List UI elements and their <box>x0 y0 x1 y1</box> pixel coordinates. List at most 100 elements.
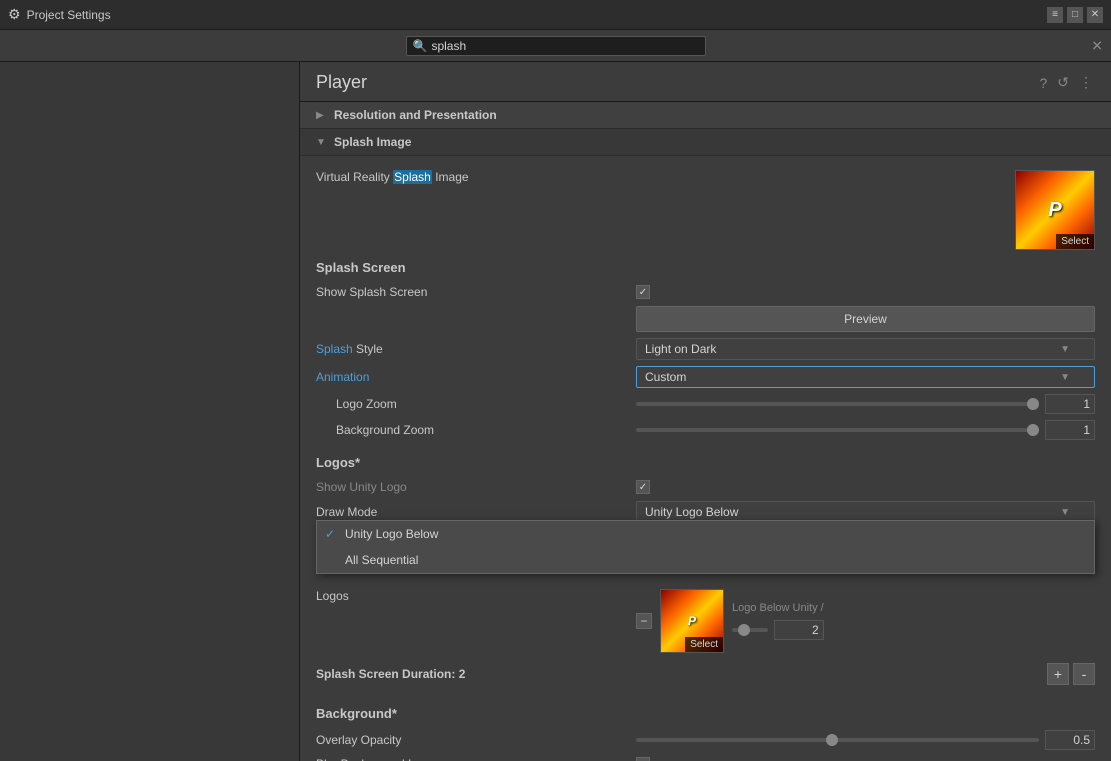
overlay-opacity-row: Overlay Opacity <box>316 727 1095 753</box>
splash-style-selected: Light on Dark <box>645 342 716 356</box>
show-unity-logo-value <box>636 480 1095 494</box>
logo-below-text: Logo Below Unity / <box>732 602 824 614</box>
background-zoom-thumb[interactable] <box>1027 424 1039 436</box>
show-unity-logo-row: Show Unity Logo <box>316 476 1095 498</box>
draw-mode-value: Unity Logo Below ▼ Unity Logo Below All … <box>636 501 1095 523</box>
logo-image-select[interactable]: P Select <box>660 589 724 653</box>
draw-mode-arrow-icon: ▼ <box>1060 507 1070 518</box>
dropdown-item-unity-logo-below-label: Unity Logo Below <box>345 527 438 541</box>
blur-bg-row: Blur Background Image <box>316 753 1095 761</box>
splash-style-row: Splash Style Light on Dark ▼ <box>316 335 1095 363</box>
blur-bg-checkbox[interactable] <box>636 757 650 761</box>
search-input-wrapper: 🔍 <box>406 36 706 56</box>
main-layout: Player ? ↺ ⋮ ▶ Resolution and Presentati… <box>0 62 1111 761</box>
preview-button-container: Preview <box>636 306 1095 332</box>
background-zoom-row: Background Zoom <box>316 417 1095 443</box>
logos-inner-row: − P Select Logo Below Unity / <box>636 589 824 653</box>
show-unity-logo-label: Show Unity Logo <box>316 480 636 494</box>
close-button[interactable]: ✕ <box>1087 7 1103 23</box>
show-unity-logo-checkbox[interactable] <box>636 480 650 494</box>
show-splash-row: Show Splash Screen <box>316 281 1095 303</box>
refresh-button[interactable]: ↺ <box>1055 72 1071 93</box>
vr-label-text2: Image <box>432 170 469 184</box>
expanded-arrow-icon: ▼ <box>316 137 328 148</box>
splash-duration-label: Splash Screen Duration: 2 <box>316 667 636 681</box>
logo-duration-slider-row <box>732 620 824 640</box>
window-controls: ≡ □ ✕ <box>1047 7 1103 23</box>
background-title: Background* <box>316 702 1095 727</box>
logo-remove-button[interactable]: − <box>636 613 652 629</box>
settings-icon: ⚙ <box>8 6 21 23</box>
overlay-opacity-thumb[interactable] <box>826 734 838 746</box>
logo-duration-thumb[interactable] <box>738 624 750 636</box>
main-content: Player ? ↺ ⋮ ▶ Resolution and Presentati… <box>300 62 1111 761</box>
logos-title: Logos* <box>316 451 1095 476</box>
animation-selected: Custom <box>645 370 686 384</box>
splash-style-text: Style <box>353 342 383 356</box>
remove-logo-button[interactable]: - <box>1073 663 1095 685</box>
draw-mode-selected: Unity Logo Below <box>645 505 738 519</box>
logo-zoom-input[interactable] <box>1045 394 1095 414</box>
logo-zoom-label: Logo Zoom <box>316 397 636 411</box>
splash-image-section-header[interactable]: ▼ Splash Image <box>300 129 1111 156</box>
vr-splash-row: Virtual Reality Splash Image P Select <box>316 164 1095 256</box>
search-input[interactable] <box>431 39 698 53</box>
logo-zoom-track <box>636 402 1039 406</box>
splash-style-dropdown[interactable]: Light on Dark ▼ <box>636 338 1095 360</box>
logo-duration-track <box>732 628 768 632</box>
splash-duration-controls: + - <box>636 663 1095 685</box>
vr-splash-select-label[interactable]: Select <box>1056 234 1094 249</box>
search-close-icon[interactable]: ✕ <box>1091 37 1103 54</box>
search-icon: 🔍 <box>413 39 428 53</box>
collapsed-arrow-icon: ▶ <box>316 110 328 121</box>
splash-image-section-title: Splash Image <box>334 135 411 149</box>
add-logo-button[interactable]: + <box>1047 663 1069 685</box>
splash-screen-title: Splash Screen <box>316 256 1095 281</box>
background-zoom-input[interactable] <box>1045 420 1095 440</box>
splash-image-content: Virtual Reality Splash Image P Select Sp… <box>300 156 1111 451</box>
vr-splash-image-select[interactable]: P Select <box>1015 170 1095 250</box>
search-bar: 🔍 ✕ <box>0 30 1111 62</box>
vr-splash-value: P Select <box>636 170 1095 250</box>
preview-row: Preview <box>316 303 1095 335</box>
page-title: Player <box>316 72 367 93</box>
background-section: Background* Overlay Opacity Blur Backgro… <box>300 696 1111 761</box>
player-header: Player ? ↺ ⋮ <box>300 62 1111 102</box>
background-zoom-value <box>636 420 1095 440</box>
blur-bg-value <box>636 757 1095 761</box>
logo-duration-container: Logo Below Unity / <box>732 602 824 640</box>
dropdown-item-all-sequential[interactable]: All Sequential <box>317 547 1094 573</box>
help-button[interactable]: ? <box>1037 72 1049 93</box>
vr-splash-highlight: Splash <box>393 170 432 184</box>
logo-select-label[interactable]: Select <box>685 637 723 652</box>
animation-arrow-icon: ▼ <box>1060 372 1070 383</box>
logo-zoom-thumb[interactable] <box>1027 398 1039 410</box>
draw-mode-row: Draw Mode Unity Logo Below ▼ Unity Logo … <box>316 498 1095 526</box>
overlay-opacity-input[interactable] <box>1045 730 1095 750</box>
animation-label: Animation <box>316 370 636 384</box>
preview-button[interactable]: Preview <box>636 306 1095 332</box>
resolution-section-header[interactable]: ▶ Resolution and Presentation <box>300 102 1111 129</box>
dropdown-item-unity-logo-below[interactable]: Unity Logo Below <box>317 521 1094 547</box>
draw-mode-dropdown-menu: Unity Logo Below All Sequential <box>316 520 1095 574</box>
title-bar: ⚙ Project Settings ≡ □ ✕ <box>0 0 1111 30</box>
vr-splash-label: Virtual Reality Splash Image <box>316 170 636 184</box>
background-zoom-slider-row <box>636 420 1095 440</box>
splash-style-label: Splash Style <box>316 342 636 356</box>
more-button[interactable]: ⋮ <box>1077 72 1095 93</box>
background-zoom-label: Background Zoom <box>316 423 636 437</box>
show-splash-checkbox[interactable] <box>636 285 650 299</box>
animation-dropdown[interactable]: Custom ▼ <box>636 366 1095 388</box>
background-zoom-track <box>636 428 1039 432</box>
dropdown-item-all-sequential-label: All Sequential <box>345 553 418 567</box>
maximize-button[interactable]: □ <box>1067 7 1083 23</box>
menu-button[interactable]: ≡ <box>1047 7 1063 23</box>
player-header-icons: ? ↺ ⋮ <box>1037 72 1095 93</box>
logos-label: Logos <box>316 589 636 603</box>
splash-style-value: Light on Dark ▼ <box>636 338 1095 360</box>
show-splash-value <box>636 285 1095 299</box>
vr-label-text1: Virtual Reality <box>316 170 393 184</box>
splash-style-arrow-icon: ▼ <box>1060 344 1070 355</box>
blur-bg-label: Blur Background Image <box>316 757 636 761</box>
logo-duration-input[interactable] <box>774 620 824 640</box>
